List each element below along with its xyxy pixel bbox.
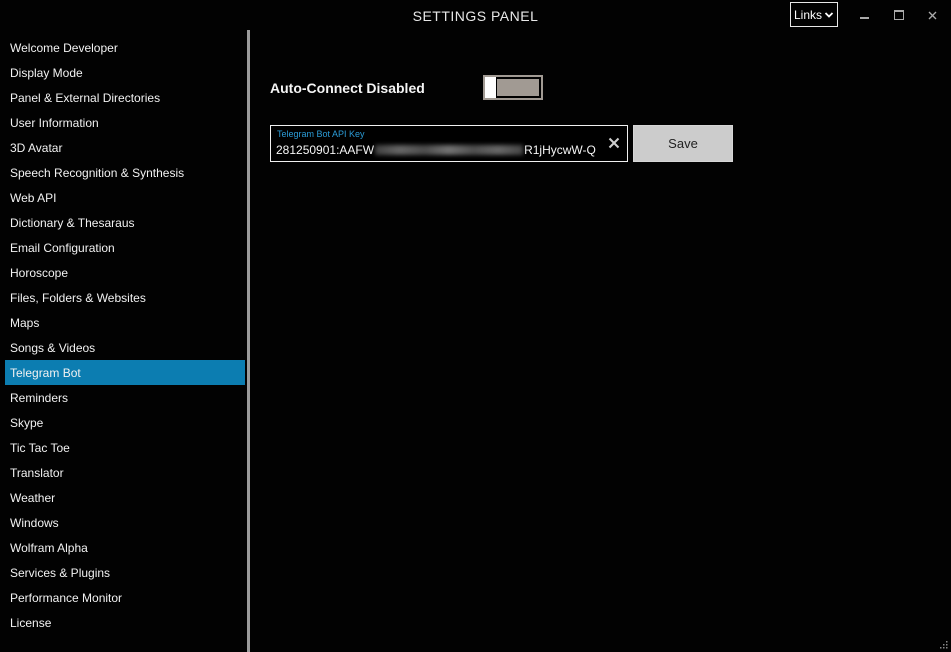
sidebar-item-email-configuration[interactable]: Email Configuration <box>5 235 245 260</box>
sidebar-item-label: Reminders <box>10 390 69 405</box>
sidebar-item-wolfram-alpha[interactable]: Wolfram Alpha <box>5 535 245 560</box>
maximize-icon <box>894 10 904 20</box>
sidebar-item-label: License <box>10 615 52 630</box>
sidebar-item-translator[interactable]: Translator <box>5 460 245 485</box>
sidebar-item-services-and-plugins[interactable]: Services & Plugins <box>5 560 245 585</box>
clear-field-button[interactable] <box>606 135 622 151</box>
api-key-prefix: 281250901:AAFW <box>276 143 375 157</box>
sidebar-item-performance-monitor[interactable]: Performance Monitor <box>5 585 245 610</box>
sidebar-item-horoscope[interactable]: Horoscope <box>5 260 245 285</box>
sidebar-item-label: Email Configuration <box>10 240 115 255</box>
sidebar-item-label: Wolfram Alpha <box>10 540 88 555</box>
sidebar-item-label: User Information <box>10 115 99 130</box>
auto-connect-toggle[interactable] <box>483 75 543 100</box>
sidebar-item-tic-tac-toe[interactable]: Tic Tac Toe <box>5 435 245 460</box>
close-icon <box>608 137 620 149</box>
sidebar-item-label: Maps <box>10 315 40 330</box>
sidebar-item-label: Telegram Bot <box>10 365 81 380</box>
sidebar-item-songs-and-videos[interactable]: Songs & Videos <box>5 335 245 360</box>
sidebar-item-label: Skype <box>10 415 44 430</box>
sidebar-item-label: Services & Plugins <box>10 565 111 580</box>
sidebar-item-3d-avatar[interactable]: 3D Avatar <box>5 135 245 160</box>
resize-grip-icon[interactable] <box>940 641 948 649</box>
sidebar-item-label: Dictionary & Thesaraus <box>10 215 135 230</box>
links-dropdown-button[interactable]: Links <box>790 2 838 27</box>
api-key-field[interactable]: Telegram Bot API Key 281250901:AAFW R1jHy… <box>270 125 628 162</box>
redacted-blur <box>375 145 524 155</box>
sidebar-item-telegram-bot[interactable]: Telegram Bot <box>5 360 245 385</box>
sidebar-item-label: Weather <box>10 490 56 505</box>
api-key-label: Telegram Bot API Key <box>277 129 365 139</box>
sidebar-item-windows[interactable]: Windows <box>5 510 245 535</box>
sidebar-item-label: Songs & Videos <box>10 340 96 355</box>
sidebar-item-label: Speech Recognition & Synthesis <box>10 165 185 180</box>
minimize-icon <box>859 17 869 19</box>
sidebar-item-label: Tic Tac Toe <box>10 440 70 455</box>
sidebar-item-files-folders-and-websites[interactable]: Files, Folders & Websites <box>5 285 245 310</box>
sidebar-item-label: Display Mode <box>10 65 83 80</box>
sidebar-item-license[interactable]: License <box>5 610 245 635</box>
close-icon <box>928 11 936 19</box>
sidebar-item-label: Horoscope <box>10 265 69 280</box>
sidebar-item-label: Translator <box>10 465 64 480</box>
chevron-down-icon <box>824 11 834 18</box>
sidebar-item-web-api[interactable]: Web API <box>5 185 245 210</box>
sidebar-item-panel-and-external-directories[interactable]: Panel & External Directories <box>5 85 245 110</box>
sidebar-item-welcome-developer[interactable]: Welcome Developer <box>5 35 245 60</box>
title-bar: SETTINGS PANEL Links <box>0 0 951 32</box>
auto-connect-label: Auto-Connect Disabled <box>270 80 425 96</box>
telegram-bot-settings: Auto-Connect Disabled Telegram Bot API K… <box>250 32 951 652</box>
api-key-value[interactable]: 281250901:AAFW R1jHycwW-Q <box>276 143 596 157</box>
sidebar-item-reminders[interactable]: Reminders <box>5 385 245 410</box>
sidebar-item-label: Welcome Developer <box>10 40 118 55</box>
api-key-suffix: R1jHycwW-Q <box>524 143 596 157</box>
sidebar-item-label: Windows <box>10 515 59 530</box>
settings-window: SETTINGS PANEL Links Welcome Developer Di… <box>0 0 951 652</box>
minimize-button[interactable] <box>852 6 876 24</box>
sidebar-item-user-information[interactable]: User Information <box>5 110 245 135</box>
sidebar-item-maps[interactable]: Maps <box>5 310 245 335</box>
sidebar-item-label: Files, Folders & Websites <box>10 290 146 305</box>
sidebar-item-speech-recognition-and-synthesis[interactable]: Speech Recognition & Synthesis <box>5 160 245 185</box>
toggle-track <box>497 79 539 96</box>
sidebar-item-dictionary-and-thesaraus[interactable]: Dictionary & Thesaraus <box>5 210 245 235</box>
sidebar-nav: Welcome Developer Display Mode Panel & Ext… <box>0 35 247 652</box>
sidebar-item-label: Web API <box>10 190 57 205</box>
sidebar-item-label: Panel & External Directories <box>10 90 161 105</box>
toggle-knob <box>485 77 496 98</box>
sidebar-item-weather[interactable]: Weather <box>5 485 245 510</box>
sidebar-item-label: 3D Avatar <box>10 140 63 155</box>
close-window-button[interactable] <box>920 6 944 24</box>
save-button[interactable]: Save <box>633 125 733 162</box>
maximize-button[interactable] <box>887 6 911 24</box>
sidebar-item-display-mode[interactable]: Display Mode <box>5 60 245 85</box>
sidebar-item-label: Performance Monitor <box>10 590 123 605</box>
sidebar-item-skype[interactable]: Skype <box>5 410 245 435</box>
links-label: Links <box>793 7 822 22</box>
